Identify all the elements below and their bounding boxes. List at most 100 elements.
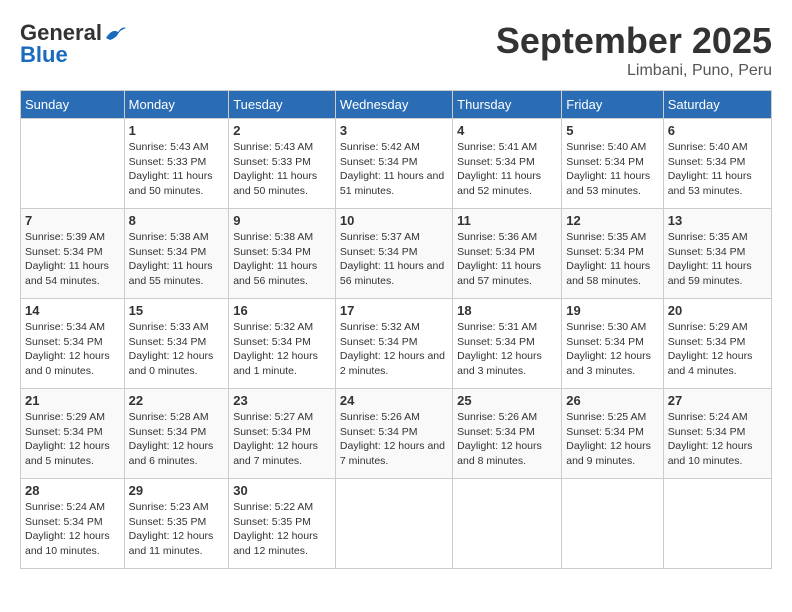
calendar-cell: 8Sunrise: 5:38 AMSunset: 5:34 PMDaylight… [124, 209, 229, 299]
day-number: 15 [129, 303, 225, 318]
day-info: Sunrise: 5:34 AMSunset: 5:34 PMDaylight:… [25, 320, 120, 379]
day-number: 3 [340, 123, 448, 138]
day-number: 23 [233, 393, 331, 408]
day-number: 1 [129, 123, 225, 138]
logo-bird-icon [104, 24, 126, 42]
day-number: 10 [340, 213, 448, 228]
week-row-3: 14 Sunrise: 5:34 AMSunset: 5:34 PMDayligh… [21, 299, 772, 389]
day-number: 6 [668, 123, 767, 138]
day-info: Sunrise: 5:22 AMSunset: 5:35 PMDaylight:… [233, 500, 331, 559]
header-monday: Monday [124, 91, 229, 119]
location: Limbani, Puno, Peru [496, 62, 772, 80]
calendar-cell [453, 479, 562, 569]
day-number: 22 [129, 393, 225, 408]
calendar-cell [562, 479, 663, 569]
week-row-4: 21 Sunrise: 5:29 AMSunset: 5:34 PMDayligh… [21, 389, 772, 479]
week-row-2: 7 Sunrise: 5:39 AMSunset: 5:34 PMDaylight… [21, 209, 772, 299]
day-info: Sunrise: 5:29 AMSunset: 5:34 PMDaylight:… [25, 410, 120, 469]
day-info: Sunrise: 5:30 AMSunset: 5:34 PMDaylight:… [566, 320, 658, 379]
day-info: Sunrise: 5:33 AMSunset: 5:34 PMDaylight:… [129, 320, 225, 379]
calendar-cell: 19Sunrise: 5:30 AMSunset: 5:34 PMDayligh… [562, 299, 663, 389]
day-number: 25 [457, 393, 557, 408]
header-friday: Friday [562, 91, 663, 119]
day-number: 24 [340, 393, 448, 408]
day-number: 12 [566, 213, 658, 228]
day-number: 2 [233, 123, 331, 138]
day-number: 30 [233, 483, 331, 498]
calendar-cell: 18Sunrise: 5:31 AMSunset: 5:34 PMDayligh… [453, 299, 562, 389]
logo-blue: Blue [20, 42, 68, 68]
day-number: 4 [457, 123, 557, 138]
day-info: Sunrise: 5:39 AMSunset: 5:34 PMDaylight:… [25, 230, 120, 289]
calendar-table: SundayMondayTuesdayWednesdayThursdayFrid… [20, 90, 772, 569]
calendar-cell: 29 Sunrise: 5:23 AMSunset: 5:35 PMDayligh… [124, 479, 229, 569]
month-title: September 2025 [496, 20, 772, 62]
day-info: Sunrise: 5:26 AMSunset: 5:34 PMDaylight:… [340, 410, 448, 469]
day-info: Sunrise: 5:43 AMSunset: 5:33 PMDaylight:… [233, 140, 331, 199]
day-number: 13 [668, 213, 767, 228]
day-number: 11 [457, 213, 557, 228]
calendar-cell: 15 Sunrise: 5:33 AMSunset: 5:34 PMDayligh… [124, 299, 229, 389]
day-info: Sunrise: 5:28 AMSunset: 5:34 PMDaylight:… [129, 410, 225, 469]
day-number: 28 [25, 483, 120, 498]
day-number: 21 [25, 393, 120, 408]
calendar-cell: 7 Sunrise: 5:39 AMSunset: 5:34 PMDaylight… [21, 209, 125, 299]
day-info: Sunrise: 5:37 AMSunset: 5:34 PMDaylight:… [340, 230, 448, 289]
calendar-cell: 2 Sunrise: 5:43 AMSunset: 5:33 PMDaylight… [229, 119, 336, 209]
calendar-cell: 3 Sunrise: 5:42 AMSunset: 5:34 PMDaylight… [335, 119, 452, 209]
header-saturday: Saturday [663, 91, 771, 119]
day-number: 16 [233, 303, 331, 318]
calendar-cell [663, 479, 771, 569]
day-info: Sunrise: 5:32 AMSunset: 5:34 PMDaylight:… [233, 320, 331, 379]
day-info: Sunrise: 5:35 AMSunset: 5:34 PMDaylight:… [566, 230, 658, 289]
day-number: 26 [566, 393, 658, 408]
week-row-5: 28 Sunrise: 5:24 AMSunset: 5:34 PMDayligh… [21, 479, 772, 569]
day-info: Sunrise: 5:40 AMSunset: 5:34 PMDaylight:… [668, 140, 767, 199]
day-number: 7 [25, 213, 120, 228]
day-info: Sunrise: 5:26 AMSunset: 5:34 PMDaylight:… [457, 410, 557, 469]
calendar-cell [21, 119, 125, 209]
day-info: Sunrise: 5:24 AMSunset: 5:34 PMDaylight:… [25, 500, 120, 559]
day-info: Sunrise: 5:27 AMSunset: 5:34 PMDaylight:… [233, 410, 331, 469]
title-block: September 2025 Limbani, Puno, Peru [496, 20, 772, 80]
calendar-cell: 26Sunrise: 5:25 AMSunset: 5:34 PMDayligh… [562, 389, 663, 479]
day-info: Sunrise: 5:41 AMSunset: 5:34 PMDaylight:… [457, 140, 557, 199]
calendar-cell: 11 Sunrise: 5:36 AMSunset: 5:34 PMDayligh… [453, 209, 562, 299]
page-header: General Blue September 2025 Limbani, Pun… [20, 20, 772, 80]
week-row-1: 1 Sunrise: 5:43 AMSunset: 5:33 PMDaylight… [21, 119, 772, 209]
day-info: Sunrise: 5:29 AMSunset: 5:34 PMDaylight:… [668, 320, 767, 379]
calendar-cell: 24 Sunrise: 5:26 AMSunset: 5:34 PMDayligh… [335, 389, 452, 479]
calendar-cell: 27Sunrise: 5:24 AMSunset: 5:34 PMDayligh… [663, 389, 771, 479]
day-number: 20 [668, 303, 767, 318]
day-number: 18 [457, 303, 557, 318]
calendar-cell [335, 479, 452, 569]
calendar-cell: 22 Sunrise: 5:28 AMSunset: 5:34 PMDayligh… [124, 389, 229, 479]
header-sunday: Sunday [21, 91, 125, 119]
day-number: 9 [233, 213, 331, 228]
day-info: Sunrise: 5:42 AMSunset: 5:34 PMDaylight:… [340, 140, 448, 199]
day-info: Sunrise: 5:35 AMSunset: 5:34 PMDaylight:… [668, 230, 767, 289]
calendar-cell: 10 Sunrise: 5:37 AMSunset: 5:34 PMDayligh… [335, 209, 452, 299]
day-number: 5 [566, 123, 658, 138]
calendar-cell: 21 Sunrise: 5:29 AMSunset: 5:34 PMDayligh… [21, 389, 125, 479]
calendar-cell: 23 Sunrise: 5:27 AMSunset: 5:34 PMDayligh… [229, 389, 336, 479]
calendar-cell: 1Sunrise: 5:43 AMSunset: 5:33 PMDaylight… [124, 119, 229, 209]
day-number: 29 [129, 483, 225, 498]
calendar-header-row: SundayMondayTuesdayWednesdayThursdayFrid… [21, 91, 772, 119]
day-number: 27 [668, 393, 767, 408]
day-number: 8 [129, 213, 225, 228]
day-number: 14 [25, 303, 120, 318]
calendar-cell: 6 Sunrise: 5:40 AMSunset: 5:34 PMDaylight… [663, 119, 771, 209]
calendar-cell: 5Sunrise: 5:40 AMSunset: 5:34 PMDaylight… [562, 119, 663, 209]
day-info: Sunrise: 5:23 AMSunset: 5:35 PMDaylight:… [129, 500, 225, 559]
header-thursday: Thursday [453, 91, 562, 119]
calendar-cell: 14 Sunrise: 5:34 AMSunset: 5:34 PMDayligh… [21, 299, 125, 389]
header-tuesday: Tuesday [229, 91, 336, 119]
calendar-cell: 9Sunrise: 5:38 AMSunset: 5:34 PMDaylight… [229, 209, 336, 299]
day-number: 17 [340, 303, 448, 318]
day-info: Sunrise: 5:36 AMSunset: 5:34 PMDaylight:… [457, 230, 557, 289]
calendar-cell: 20 Sunrise: 5:29 AMSunset: 5:34 PMDayligh… [663, 299, 771, 389]
calendar-cell: 28 Sunrise: 5:24 AMSunset: 5:34 PMDayligh… [21, 479, 125, 569]
calendar-cell: 30 Sunrise: 5:22 AMSunset: 5:35 PMDayligh… [229, 479, 336, 569]
day-info: Sunrise: 5:32 AMSunset: 5:34 PMDaylight:… [340, 320, 448, 379]
